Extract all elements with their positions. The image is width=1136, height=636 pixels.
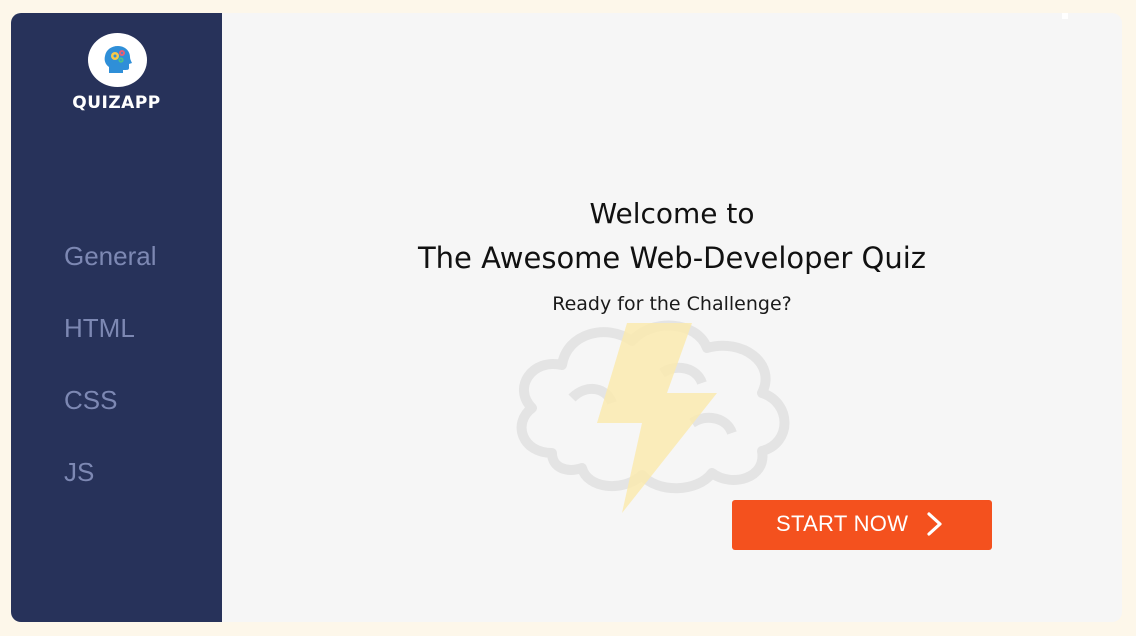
start-now-button[interactable]: START NOW: [732, 500, 992, 550]
chevron-right-icon: [927, 512, 942, 536]
sidebar-item-general[interactable]: General: [64, 241, 157, 272]
brain-gears-icon: [104, 46, 132, 73]
sidebar-item-js[interactable]: JS: [64, 457, 94, 488]
app-logo[interactable]: [88, 33, 147, 87]
sidebar-item-html[interactable]: HTML: [64, 313, 135, 344]
start-now-label: START NOW: [776, 511, 909, 536]
welcome-subtitle: Ready for the Challenge?: [552, 293, 792, 315]
main-content: Welcome to The Awesome Web-Developer Qui…: [222, 13, 1122, 622]
corner-decoration: [1062, 13, 1068, 19]
welcome-heading-line1: Welcome to: [589, 197, 755, 230]
brain-lightning-icon: [516, 320, 790, 513]
welcome-heading-line2: The Awesome Web-Developer Quiz: [417, 241, 927, 275]
sidebar: QUIZAPP General HTML CSS JS: [11, 13, 222, 622]
app-window: QUIZAPP General HTML CSS JS Welcome to T…: [11, 13, 1122, 622]
sidebar-item-css[interactable]: CSS: [64, 385, 117, 416]
app-brand: QUIZAPP: [72, 93, 161, 113]
